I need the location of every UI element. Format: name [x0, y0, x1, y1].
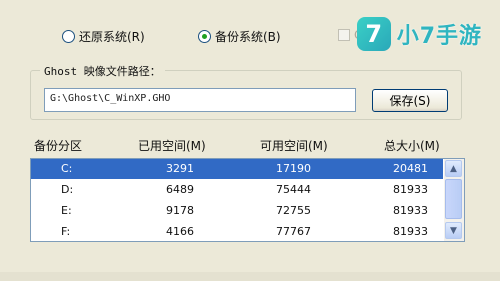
logo-text: 小7手游: [396, 24, 482, 49]
vertical-scrollbar[interactable]: ▲ ▼: [444, 159, 464, 241]
column-header-partition[interactable]: 备份分区: [34, 137, 82, 154]
cell-used: 4166: [166, 225, 194, 238]
cell-total: 81933: [393, 225, 428, 238]
cell-partition: E:: [61, 204, 72, 217]
cell-used: 3291: [166, 162, 194, 175]
cell-free: 17190: [276, 162, 311, 175]
cell-free: 77767: [276, 225, 311, 238]
column-header-free[interactable]: 可用空间(M): [260, 137, 328, 154]
ghost-path-group-label: Ghost 映像文件路径：: [40, 63, 165, 79]
cell-partition: F:: [61, 225, 71, 238]
save-button[interactable]: 保存(S): [372, 89, 448, 112]
logo-badge-icon: 7: [356, 17, 391, 51]
backup-radio-label: 备份系统(B): [215, 30, 281, 44]
cell-partition: D:: [61, 183, 74, 196]
partition-table-header: 备份分区 已用空间(M) 可用空间(M) 总大小(M): [30, 137, 470, 157]
column-header-total[interactable]: 总大小(M): [384, 137, 440, 154]
radio-indicator: [62, 30, 75, 43]
cell-used: 9178: [166, 204, 194, 217]
restore-radio-label: 还原系统(R): [79, 30, 145, 44]
bottom-edge: [0, 272, 500, 281]
partition-list[interactable]: C: 3291 17190 20481 D: 6489 75444 81933 …: [30, 158, 465, 242]
table-row[interactable]: E: 9178 72755 81933: [31, 201, 443, 221]
restore-radio[interactable]: 还原系统(R): [62, 28, 145, 45]
backup-radio[interactable]: 备份系统(B): [198, 28, 281, 45]
ghost-path-input[interactable]: G:\Ghost\C_WinXP.GHO: [44, 88, 356, 112]
cell-free: 72755: [276, 204, 311, 217]
scroll-up-icon[interactable]: ▲: [445, 160, 462, 177]
table-row[interactable]: C: 3291 17190 20481: [31, 159, 443, 179]
cell-partition: C:: [61, 162, 73, 175]
radio-indicator-selected: [198, 30, 211, 43]
scroll-down-icon[interactable]: ▼: [445, 222, 462, 239]
cell-total: 20481: [393, 162, 428, 175]
table-row[interactable]: F: 4166 77767 81933: [31, 222, 443, 241]
column-header-used[interactable]: 已用空间(M): [138, 137, 206, 154]
cell-free: 75444: [276, 183, 311, 196]
cell-total: 81933: [393, 204, 428, 217]
table-row[interactable]: D: 6489 75444 81933: [31, 180, 443, 200]
site-logo: 7 小7手游: [349, 12, 490, 56]
cell-total: 81933: [393, 183, 428, 196]
scrollbar-thumb[interactable]: [445, 179, 462, 219]
cell-used: 6489: [166, 183, 194, 196]
